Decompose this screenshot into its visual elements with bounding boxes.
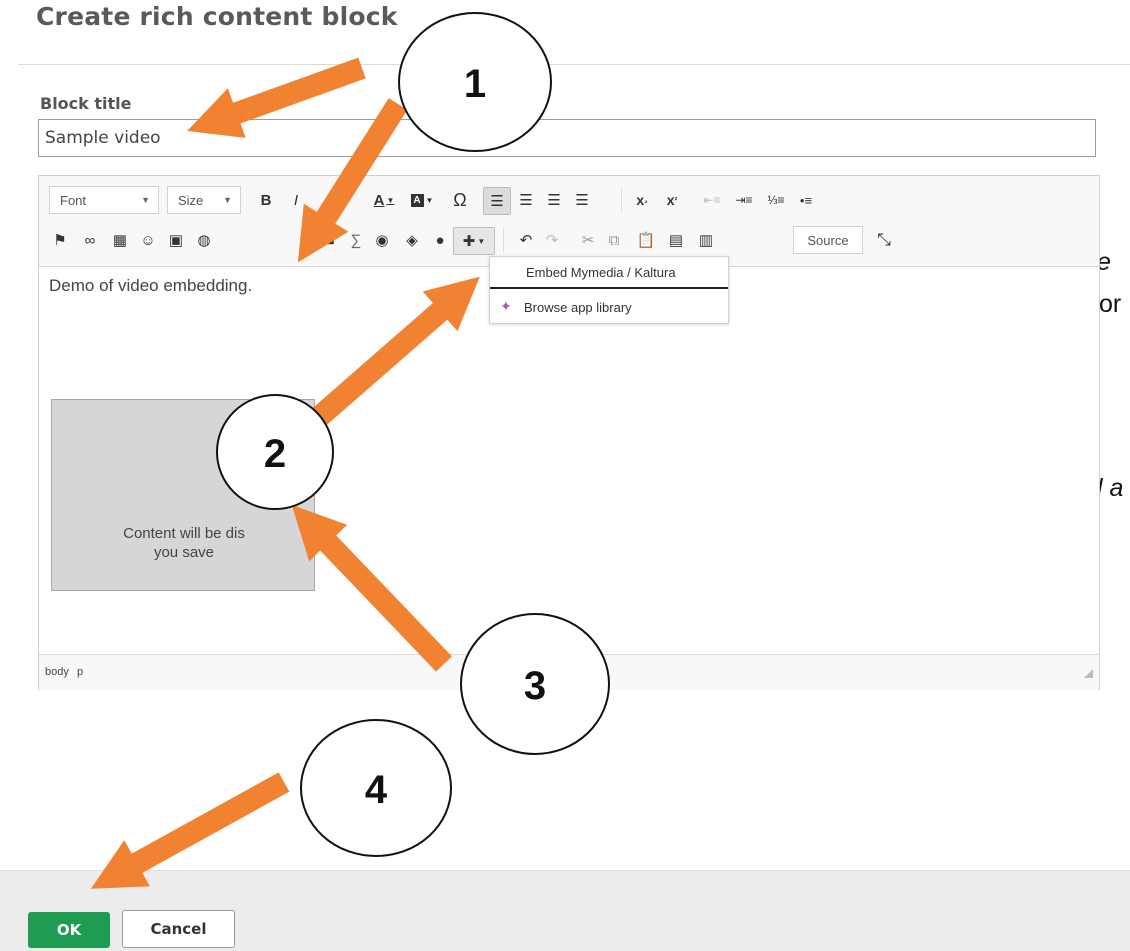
- paste-icon[interactable]: 📋: [633, 227, 659, 253]
- special-character-icon[interactable]: Ω: [447, 187, 473, 213]
- comment-icon[interactable]: ●: [427, 227, 453, 253]
- ok-button[interactable]: OK: [28, 912, 110, 948]
- flag-icon[interactable]: ⚑: [47, 227, 73, 253]
- font-combo[interactable]: Font ▼: [49, 186, 159, 214]
- block-title-input[interactable]: [38, 119, 1096, 157]
- editor-status-bar: body p: [39, 654, 1099, 690]
- calendar-icon[interactable]: ▣: [163, 227, 189, 253]
- puzzle-icon: ✦: [500, 298, 512, 314]
- align-right-icon[interactable]: ☰: [541, 187, 567, 213]
- justify-icon[interactable]: ☰: [569, 187, 595, 213]
- decrease-indent-icon[interactable]: ⇤≡: [699, 187, 725, 213]
- fullscreen-icon[interactable]: ⤡: [871, 227, 897, 253]
- plugin-dropdown-menu: Embed Mymedia / Kaltura ✦ Browse app lib…: [489, 256, 729, 324]
- svg-text:1: 1: [464, 62, 486, 106]
- copy-icon[interactable]: ⧉: [601, 227, 627, 253]
- paste-text-icon[interactable]: ▤: [663, 227, 689, 253]
- bold-icon[interactable]: B: [253, 187, 279, 213]
- page-title: Create rich content block: [36, 2, 398, 31]
- resize-grip[interactable]: [1084, 669, 1093, 678]
- undo-icon[interactable]: ↶: [513, 227, 539, 253]
- media-icon[interactable]: ◉: [369, 227, 395, 253]
- arrow-to-ok: [90, 772, 290, 889]
- placeholder-text: Content will be dis you save: [52, 524, 316, 562]
- superscript-icon[interactable]: x²: [659, 187, 685, 213]
- globe-icon[interactable]: ◍: [191, 227, 217, 253]
- size-combo[interactable]: Size ▼: [167, 186, 241, 214]
- font-combo-label: Font: [60, 192, 87, 208]
- link-icon[interactable]: ∞: [77, 227, 103, 253]
- paste-word-icon[interactable]: ▥: [693, 227, 719, 253]
- size-combo-label: Size: [178, 192, 204, 208]
- increase-indent-icon[interactable]: ⇥≡: [731, 187, 757, 213]
- placeholder-line-2: you save: [153, 544, 215, 561]
- toolbar-separator: [621, 188, 622, 212]
- editor-paragraph: Demo of video embedding.: [49, 276, 253, 295]
- cancel-button[interactable]: Cancel: [122, 910, 235, 948]
- embed-placeholder[interactable]: Content will be dis you save: [51, 399, 315, 591]
- rich-text-editor: Font ▼ Size ▼ B I A ▼ A ▼ Ω ☰ ☰ ☰ ☰ x₂ x² …: [38, 175, 1100, 690]
- placeholder-line-1: Content will be dis: [123, 525, 245, 542]
- text-color-icon[interactable]: A ▼: [367, 187, 401, 213]
- callout-4: 4: [300, 719, 452, 857]
- align-center-icon[interactable]: ☰: [513, 187, 539, 213]
- emoji-icon[interactable]: ☺: [135, 227, 161, 253]
- menu-item-label: Browse app library: [524, 299, 632, 315]
- source-button[interactable]: Source: [793, 226, 863, 254]
- cut-icon[interactable]: ✂: [575, 227, 601, 253]
- align-left-icon[interactable]: ☰: [483, 187, 511, 215]
- menu-item-browse-app-library[interactable]: ✦ Browse app library: [490, 293, 728, 321]
- video-icon[interactable]: ■: [317, 227, 343, 253]
- path-p[interactable]: p: [77, 666, 83, 678]
- title-divider: [18, 64, 1130, 65]
- bulleted-list-icon[interactable]: •≡: [793, 187, 819, 213]
- editor-content-area[interactable]: Demo of video embedding. Content will be…: [39, 267, 1099, 653]
- svg-text:4: 4: [365, 768, 388, 812]
- table-icon[interactable]: ▦: [107, 227, 133, 253]
- chevron-down-icon: ▼: [141, 195, 150, 205]
- app-icon[interactable]: ◈: [399, 227, 425, 253]
- italic-icon[interactable]: I: [283, 187, 309, 213]
- toolbar-separator: [503, 228, 504, 252]
- chevron-down-icon: ▼: [223, 195, 232, 205]
- menu-item-embed-mymedia[interactable]: Embed Mymedia / Kaltura: [490, 257, 728, 289]
- subscript-icon[interactable]: x₂: [629, 187, 655, 213]
- background-color-icon[interactable]: A ▼: [405, 187, 439, 213]
- redo-icon[interactable]: ↷: [539, 227, 565, 253]
- editor-toolbar: Font ▼ Size ▼ B I A ▼ A ▼ Ω ☰ ☰ ☰ ☰ x₂ x² …: [39, 176, 1099, 267]
- arrow-to-block-title: [187, 57, 366, 138]
- numbered-list-icon[interactable]: ⅓≡: [763, 187, 789, 213]
- block-title-label: Block title: [40, 94, 132, 113]
- side-text-fragment: l a: [1097, 474, 1124, 502]
- sigma-icon[interactable]: ∑: [343, 227, 369, 253]
- plugin-icon[interactable]: ✚ ▼: [453, 227, 495, 255]
- path-body[interactable]: body: [45, 666, 69, 678]
